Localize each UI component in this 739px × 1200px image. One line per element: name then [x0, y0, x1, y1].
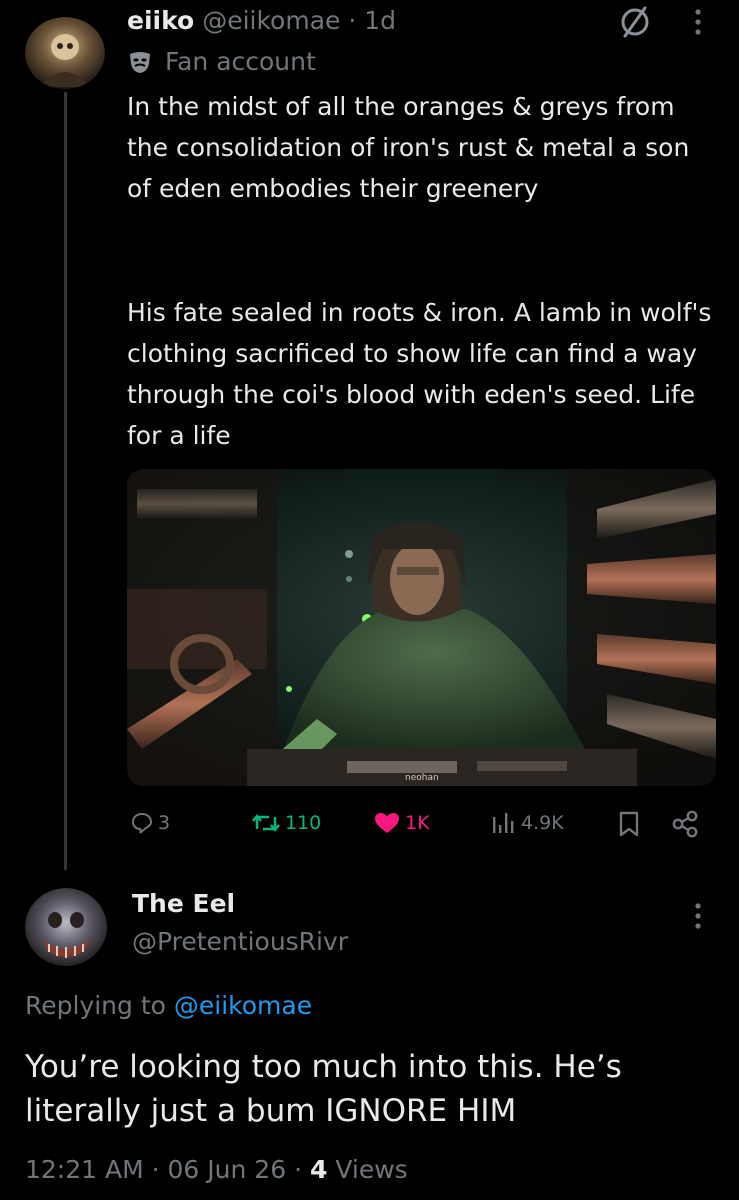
meta-separator-2: ·	[294, 1155, 303, 1184]
heart-icon	[373, 811, 401, 835]
bookmark-icon[interactable]	[617, 810, 641, 838]
views-action[interactable]: 4.9K	[491, 811, 564, 835]
reply-text: You’re looking too much into this. He’s …	[25, 1049, 622, 1129]
reply-author-handle[interactable]: @PretentiousRivr	[132, 925, 348, 959]
like-count: 1K	[405, 812, 430, 834]
views-chart-icon	[491, 811, 517, 835]
share-icon[interactable]	[670, 809, 700, 839]
avatar-the-eel[interactable]	[25, 888, 107, 966]
meta-separator-1: ·	[151, 1155, 160, 1184]
header-separator: ·	[348, 6, 357, 35]
reply-author-name[interactable]: The Eel	[132, 887, 235, 921]
replying-to-label: Replying to	[25, 991, 166, 1020]
reply-date[interactable]: 06 Jun 26	[168, 1155, 287, 1184]
fan-account-label: Fan account	[165, 47, 316, 76]
views-count: 4.9K	[521, 812, 564, 834]
thread-line	[64, 92, 67, 870]
author-name[interactable]: eiiko	[127, 6, 194, 35]
reply-count: 3	[158, 812, 171, 834]
mask-icon	[127, 49, 153, 75]
tweet-text-paragraph-1: In the midst of all the oranges & greys …	[127, 92, 690, 203]
repost-action[interactable]: 110	[251, 811, 321, 835]
more-options-icon[interactable]	[692, 8, 704, 38]
reply-metadata: 12:21 AM · 06 Jun 26 · 4 Views	[25, 1153, 408, 1187]
avatar-eiiko[interactable]	[25, 17, 105, 89]
reply-icon	[130, 811, 154, 835]
repost-count: 110	[285, 812, 322, 834]
like-action[interactable]: 1K	[373, 811, 430, 835]
tweet-text-paragraph-2: His fate sealed in roots & iron. A lamb …	[127, 298, 712, 450]
tweet-media-image[interactable]: neohan	[127, 469, 716, 786]
author-handle[interactable]: @eiikomae	[202, 6, 340, 35]
replying-to-handle[interactable]: @eiikomae	[174, 991, 312, 1020]
reply-time[interactable]: 12:21 AM	[25, 1155, 144, 1184]
reply-action[interactable]: 3	[130, 811, 170, 835]
reply-more-options-icon[interactable]	[692, 902, 704, 932]
reply-views-count[interactable]: 4	[310, 1155, 327, 1184]
tweet-age[interactable]: 1d	[364, 6, 396, 35]
grok-icon[interactable]	[617, 4, 653, 40]
reply-views-label: Views	[335, 1155, 408, 1184]
fan-account-badge[interactable]: Fan account	[127, 45, 316, 79]
replying-to-line: Replying to @eiikomae	[25, 989, 312, 1023]
repost-icon	[251, 811, 281, 835]
media-watermark: neohan	[405, 773, 439, 783]
